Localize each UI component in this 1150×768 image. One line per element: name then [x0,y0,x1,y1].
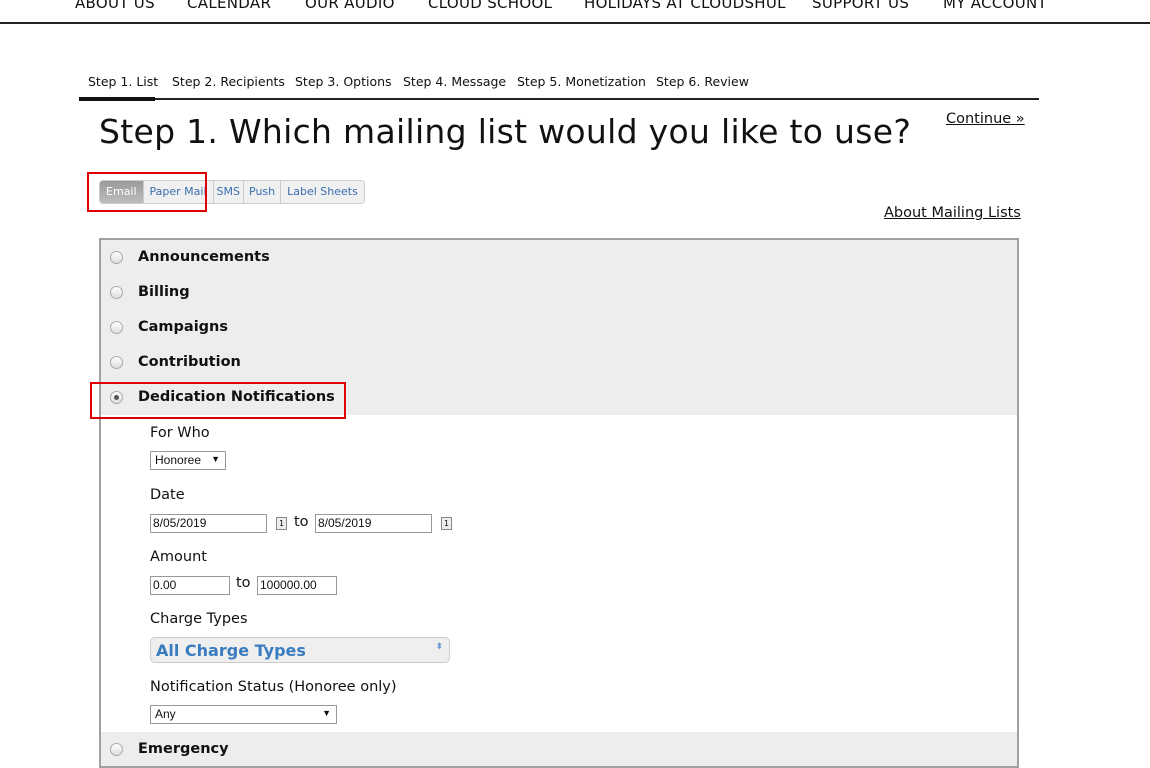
date-label: Date [150,487,185,503]
radio-button[interactable] [110,286,123,299]
list-item[interactable]: Emergency [101,732,1017,767]
notification-status-label: Notification Status (Honoree only) [150,679,397,695]
tab-step-3[interactable]: Step 3. Options [295,74,392,89]
amount-to-input[interactable]: 100000.00 [257,576,337,595]
tab-step-2[interactable]: Step 2. Recipients [172,74,285,89]
channel-push[interactable]: Push [244,181,282,203]
list-label: Announcements [138,249,270,265]
nav-my-account[interactable]: MY ACCOUNT [943,0,1047,12]
radio-button[interactable] [110,356,123,369]
tab-step-5[interactable]: Step 5. Monetization [517,74,646,89]
amount-from-input[interactable]: 0.00 [150,576,230,595]
dropdown-arrow-icon: ▼ [211,454,220,464]
list-item[interactable]: Contribution [101,345,1017,380]
list-label: Emergency [138,741,229,757]
radio-button[interactable] [110,321,123,334]
nav-calendar[interactable]: CALENDAR [187,0,271,12]
channel-label-sheets[interactable]: Label Sheets [281,181,364,203]
about-mailing-lists-link[interactable]: About Mailing Lists [884,205,1021,221]
nav-support-us[interactable]: SUPPORT US [812,0,909,12]
charge-types-label: Charge Types [150,611,248,627]
dropdown-arrow-icon: ▼ [322,708,331,718]
nav-cloud-school[interactable]: CLOUD SCHOOL [428,0,552,12]
date-from-input[interactable]: 8/05/2019 [150,514,267,533]
channel-sms[interactable]: SMS [213,181,244,203]
date-to-input[interactable]: 8/05/2019 [315,514,432,533]
radio-button[interactable] [110,251,123,264]
nav-about-us[interactable]: ABOUT US [75,0,155,12]
for-who-label: For Who [150,425,210,441]
select-value: All Charge Types [156,641,306,660]
tab-step-4[interactable]: Step 4. Message [403,74,506,89]
active-tab-indicator [79,97,155,101]
calendar-icon[interactable]: 1 [441,517,452,530]
highlight-box [90,382,346,419]
tab-step-1[interactable]: Step 1. List [88,74,158,89]
amount-label: Amount [150,549,207,565]
list-label: Contribution [138,354,241,370]
select-value: Any [155,707,176,721]
nav-our-audio[interactable]: OUR AUDIO [305,0,395,12]
continue-link[interactable]: Continue » [946,111,1025,127]
list-label: Billing [138,284,190,300]
top-nav: ABOUT US CALENDAR OUR AUDIO CLOUD SCHOOL… [0,0,1150,24]
nav-holidays[interactable]: HOLIDAYS AT CLOUDSHUL [584,0,786,12]
select-value: Honoree [155,453,202,467]
tab-step-6[interactable]: Step 6. Review [656,74,749,89]
page-title: Step 1. Which mailing list would you lik… [99,112,912,151]
highlight-box [87,172,207,212]
to-label: to [236,575,251,591]
list-item[interactable]: Announcements [101,240,1017,275]
calendar-icon[interactable]: 1 [276,517,287,530]
dedication-options: For Who Honoree ▼ Date 8/05/2019 1 to 8/0… [101,415,1017,732]
list-item[interactable]: Billing [101,275,1017,310]
radio-button[interactable] [110,743,123,756]
updown-arrow-icon: ⬍ [435,642,443,652]
mailing-list-box: Announcements Billing Campaigns Contribu… [99,238,1019,768]
list-item[interactable]: Campaigns [101,310,1017,345]
list-label: Campaigns [138,319,229,335]
notification-status-select[interactable]: Any ▼ [150,705,337,724]
to-label: to [294,514,309,530]
step-tabs: Step 1. List Step 2. Recipients Step 3. … [79,72,1039,101]
charge-types-select[interactable]: All Charge Types ⬍ [150,637,450,663]
for-who-select[interactable]: Honoree ▼ [150,451,226,470]
